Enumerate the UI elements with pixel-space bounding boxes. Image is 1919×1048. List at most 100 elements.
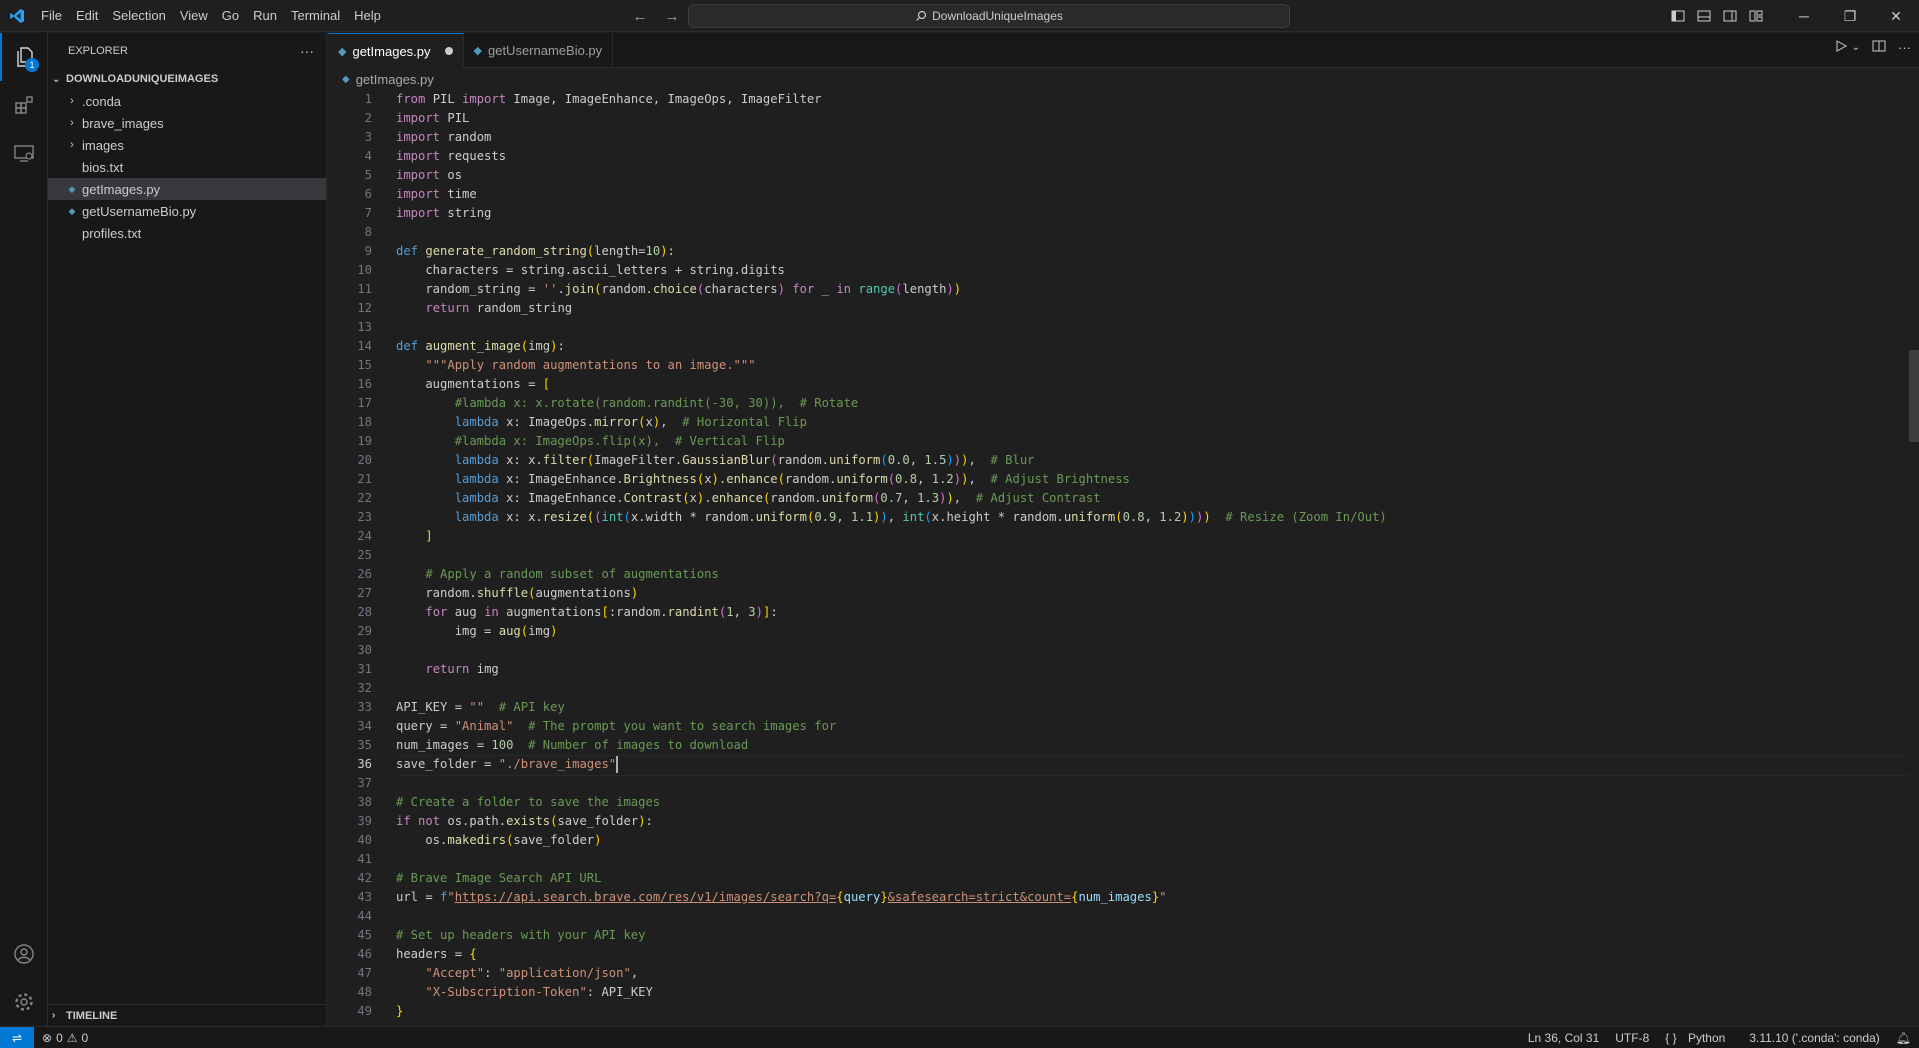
- unsaved-dot-icon[interactable]: [444, 47, 453, 55]
- code-editor[interactable]: 1 from PIL import Image, ImageEnhance, Im…: [328, 90, 1919, 1026]
- tree-item[interactable]: ◆ getUsernameBio.py: [48, 200, 326, 222]
- tab-getimages[interactable]: ◆ getImages.py: [328, 33, 464, 68]
- tab-getusernamebio[interactable]: ◆ getUsernameBio.py: [464, 33, 614, 68]
- tree-item[interactable]: › brave_images: [48, 112, 326, 134]
- code-line[interactable]: 48 "X-Subscription-Token": API_KEY: [328, 983, 1919, 1002]
- code-line[interactable]: 41: [328, 850, 1919, 869]
- code-line[interactable]: 45 # Set up headers with your API key: [328, 926, 1919, 945]
- code-line[interactable]: 25: [328, 546, 1919, 565]
- code-line[interactable]: 9 def generate_random_string(length=10):: [328, 242, 1919, 261]
- toggle-secondary-sidebar-icon[interactable]: [1717, 4, 1743, 28]
- manage-activity[interactable]: [0, 978, 48, 1026]
- menu-terminal[interactable]: Terminal: [284, 4, 347, 28]
- code-line[interactable]: 22 lambda x: ImageEnhance.Contrast(x).en…: [328, 489, 1919, 508]
- code-line[interactable]: 18 lambda x: ImageOps.mirror(x), # Horiz…: [328, 413, 1919, 432]
- scrollbar-thumb[interactable]: [1909, 350, 1919, 442]
- explorer-activity[interactable]: 1: [0, 33, 48, 81]
- code-line[interactable]: 26 # Apply a random subset of augmentati…: [328, 565, 1919, 584]
- tree-item[interactable]: profiles.txt: [48, 222, 326, 244]
- toggle-panel-icon[interactable]: [1691, 4, 1717, 28]
- code-line[interactable]: 30: [328, 641, 1919, 660]
- command-center-search[interactable]: DownloadUniqueImages: [688, 4, 1290, 28]
- code-line[interactable]: 29 img = aug(img): [328, 622, 1919, 641]
- code-line[interactable]: 24 ]: [328, 527, 1919, 546]
- code-line[interactable]: 1 from PIL import Image, ImageEnhance, Im…: [328, 90, 1919, 109]
- cursor-position[interactable]: Ln 36, Col 31: [1520, 1031, 1607, 1045]
- menu-run[interactable]: Run: [246, 4, 284, 28]
- code-line[interactable]: 46 headers = {: [328, 945, 1919, 964]
- code-line[interactable]: 21 lambda x: ImageEnhance.Brightness(x).…: [328, 470, 1919, 489]
- code-line[interactable]: 35 num_images = 100 # Number of images to…: [328, 736, 1919, 755]
- code-line[interactable]: 31 return img: [328, 660, 1919, 679]
- menu-help[interactable]: Help: [347, 4, 388, 28]
- notifications-bell-icon[interactable]: 🔔︎: [1888, 1031, 1919, 1045]
- tree-item[interactable]: bios.txt: [48, 156, 326, 178]
- customize-layout-icon[interactable]: [1743, 4, 1769, 28]
- code-line[interactable]: 11 random_string = ''.join(random.choice…: [328, 280, 1919, 299]
- menu-selection[interactable]: Selection: [105, 4, 172, 28]
- code-line[interactable]: 12 return random_string: [328, 299, 1919, 318]
- timeline-section[interactable]: › TIMELINE: [48, 1004, 327, 1026]
- code-line[interactable]: 8: [328, 223, 1919, 242]
- code-line[interactable]: 6 import time: [328, 185, 1919, 204]
- code-line[interactable]: 39 if not os.path.exists(save_folder):: [328, 812, 1919, 831]
- back-arrow-icon[interactable]: ←: [628, 4, 652, 28]
- tree-item[interactable]: ◆ getImages.py: [48, 178, 326, 200]
- more-actions-icon[interactable]: ···: [1898, 40, 1911, 55]
- code-line[interactable]: 7 import string: [328, 204, 1919, 223]
- code-line[interactable]: 49}: [328, 1002, 1919, 1021]
- code-line[interactable]: 28 for aug in augmentations[:random.rand…: [328, 603, 1919, 622]
- menu-go[interactable]: Go: [215, 4, 246, 28]
- code-line[interactable]: 16 augmentations = [: [328, 375, 1919, 394]
- forward-arrow-icon[interactable]: →: [660, 4, 684, 28]
- code-line[interactable]: 33 API_KEY = "" # API key: [328, 698, 1919, 717]
- code-line[interactable]: 44: [328, 907, 1919, 926]
- editor-scrollbar[interactable]: [1905, 90, 1919, 1026]
- code-line[interactable]: 13: [328, 318, 1919, 337]
- remote-explorer-activity[interactable]: [0, 129, 48, 177]
- interpreter[interactable]: 3.11.10 ('.conda': conda): [1741, 1031, 1887, 1045]
- code-line[interactable]: 10 characters = string.ascii_letters + s…: [328, 261, 1919, 280]
- split-editor-icon[interactable]: [1872, 39, 1886, 56]
- code-line[interactable]: 20 lambda x: x.filter(ImageFilter.Gaussi…: [328, 451, 1919, 470]
- code-line[interactable]: 42 # Brave Image Search API URL: [328, 869, 1919, 888]
- run-options-chevron-icon[interactable]: ⌄: [1852, 42, 1860, 53]
- language-mode[interactable]: { } Python: [1657, 1031, 1741, 1045]
- close-icon[interactable]: ✕: [1873, 0, 1919, 32]
- run-icon[interactable]: [1834, 39, 1848, 56]
- code-line[interactable]: 19 #lambda x: ImageOps.flip(x), # Vertic…: [328, 432, 1919, 451]
- code-line[interactable]: 37: [328, 774, 1919, 793]
- menu-file[interactable]: File: [34, 4, 69, 28]
- code-line[interactable]: 38 # Create a folder to save the images: [328, 793, 1919, 812]
- minimize-icon[interactable]: ─: [1781, 0, 1827, 32]
- project-folder-header[interactable]: ⌄ DOWNLOADUNIQUEIMAGES: [48, 68, 326, 90]
- code-line[interactable]: 4 import requests: [328, 147, 1919, 166]
- more-actions-icon[interactable]: ···: [300, 43, 314, 59]
- remote-indicator[interactable]: ⇌: [0, 1026, 34, 1048]
- menu-view[interactable]: View: [173, 4, 215, 28]
- code-line[interactable]: 36 save_folder = "./brave_images": [328, 755, 1919, 776]
- breadcrumb-file[interactable]: getImages.py: [356, 72, 434, 87]
- code-line[interactable]: 27 random.shuffle(augmentations): [328, 584, 1919, 603]
- code-line[interactable]: 15 """Apply random augmentations to an i…: [328, 356, 1919, 375]
- code-line[interactable]: 47 "Accept": "application/json",: [328, 964, 1919, 983]
- encoding[interactable]: UTF-8: [1607, 1031, 1657, 1045]
- menu-edit[interactable]: Edit: [69, 4, 105, 28]
- code-line[interactable]: 17 #lambda x: x.rotate(random.randint(-3…: [328, 394, 1919, 413]
- code-line[interactable]: 3 import random: [328, 128, 1919, 147]
- code-line[interactable]: 5 import os: [328, 166, 1919, 185]
- code-line[interactable]: 40 os.makedirs(save_folder): [328, 831, 1919, 850]
- tree-item[interactable]: › images: [48, 134, 326, 156]
- code-line[interactable]: 43 url = f"https://api.search.brave.com/r…: [328, 888, 1919, 907]
- extensions-activity[interactable]: [0, 81, 48, 129]
- toggle-primary-sidebar-icon[interactable]: [1665, 4, 1691, 28]
- tree-item[interactable]: › .conda: [48, 90, 326, 112]
- restore-icon[interactable]: ❐: [1827, 0, 1873, 32]
- code-line[interactable]: 14 def augment_image(img):: [328, 337, 1919, 356]
- accounts-activity[interactable]: [0, 930, 48, 978]
- problems-indicator[interactable]: ⊗ 0 ⚠ 0: [34, 1031, 96, 1045]
- code-line[interactable]: 34 query = "Animal" # The prompt you want…: [328, 717, 1919, 736]
- code-line[interactable]: 23 lambda x: x.resize((int(x.width * ran…: [328, 508, 1919, 527]
- code-line[interactable]: 32: [328, 679, 1919, 698]
- code-line[interactable]: 2 import PIL: [328, 109, 1919, 128]
